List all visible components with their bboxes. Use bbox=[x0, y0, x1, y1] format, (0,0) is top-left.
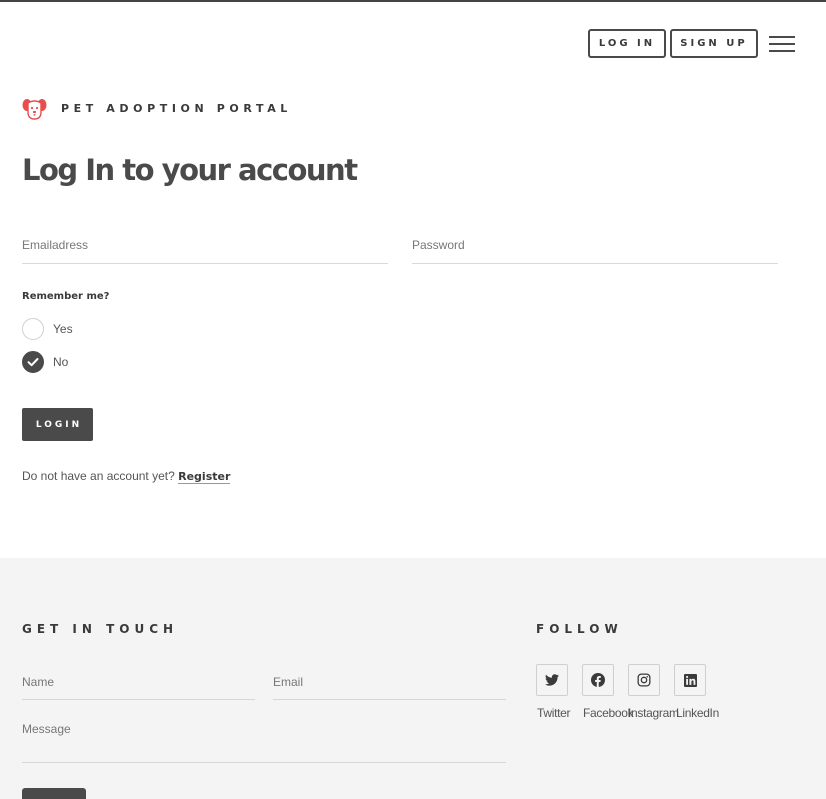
contact-name-field[interactable]: Name bbox=[22, 675, 255, 700]
facebook-button[interactable] bbox=[582, 664, 614, 696]
linkedin-label[interactable]: LinkedIn bbox=[676, 706, 719, 720]
register-link[interactable]: Register bbox=[178, 470, 231, 484]
register-prompt-text: Do not have an account yet? bbox=[22, 469, 175, 483]
contact-name-placeholder: Name bbox=[22, 675, 55, 689]
twitter-button[interactable] bbox=[536, 664, 568, 696]
contact-message-placeholder: Message bbox=[22, 722, 71, 736]
linkedin-button[interactable] bbox=[674, 664, 706, 696]
contact-email-placeholder: Email bbox=[273, 675, 304, 689]
instagram-icon bbox=[637, 673, 651, 687]
remember-no-label: No bbox=[53, 355, 69, 369]
remember-no-radio[interactable] bbox=[22, 351, 44, 373]
header-signup-button[interactable]: SIGN UP bbox=[670, 29, 758, 58]
contact-send-button[interactable] bbox=[22, 788, 86, 799]
get-in-touch-heading: GET IN TOUCH bbox=[22, 622, 179, 636]
remember-me-label: Remember me? bbox=[22, 291, 110, 302]
remember-yes-label: Yes bbox=[53, 322, 73, 336]
login-submit-button[interactable]: LOGIN bbox=[22, 408, 93, 441]
password-placeholder: Password bbox=[412, 238, 465, 252]
email-placeholder: Emailadress bbox=[22, 238, 89, 252]
checkmark-icon bbox=[27, 358, 39, 367]
dog-face-icon bbox=[22, 99, 47, 120]
instagram-label[interactable]: Instagram bbox=[628, 706, 679, 720]
remember-yes-radio[interactable] bbox=[22, 318, 44, 340]
linkedin-icon bbox=[683, 673, 697, 687]
instagram-button[interactable] bbox=[628, 664, 660, 696]
twitter-icon bbox=[545, 674, 559, 686]
brand-name: PET ADOPTION PORTAL bbox=[61, 102, 292, 115]
contact-message-field[interactable]: Message bbox=[22, 722, 506, 763]
hamburger-menu-icon[interactable] bbox=[769, 36, 795, 52]
header-login-button[interactable]: LOG IN bbox=[588, 29, 666, 58]
facebook-icon bbox=[591, 673, 605, 687]
follow-heading: FOLLOW bbox=[536, 622, 623, 636]
facebook-label[interactable]: Facebook bbox=[583, 706, 634, 720]
contact-email-field[interactable]: Email bbox=[273, 675, 506, 700]
register-prompt: Do not have an account yet? Register bbox=[22, 469, 231, 484]
password-field[interactable]: Password bbox=[412, 238, 778, 264]
email-field[interactable]: Emailadress bbox=[22, 238, 388, 264]
top-border bbox=[0, 0, 826, 2]
twitter-label[interactable]: Twitter bbox=[537, 706, 571, 720]
page-title: Log In to your account bbox=[22, 153, 358, 187]
